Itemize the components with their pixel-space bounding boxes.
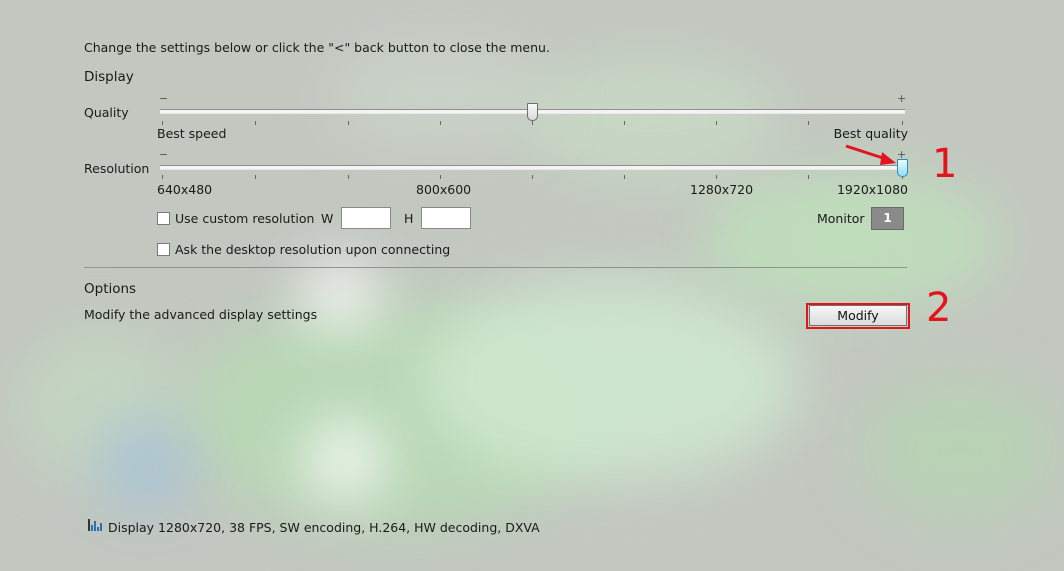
quality-plus-icon: + <box>897 92 907 105</box>
custom-resolution-checkbox[interactable] <box>157 212 170 225</box>
custom-resolution-label[interactable]: Use custom resolution <box>175 211 314 226</box>
quality-left-caption: Best speed <box>157 126 227 141</box>
resolution-tick-label: 640x480 <box>157 182 213 197</box>
intro-text: Change the settings below or click the "… <box>84 40 550 55</box>
resolution-minus-icon: − <box>159 148 169 161</box>
resolution-tick-label: 1920x1080 <box>836 182 908 197</box>
quality-right-caption: Best quality <box>833 126 908 141</box>
width-label: W <box>321 211 334 226</box>
callout-arrow-icon <box>845 144 896 165</box>
bar-chart-icon <box>88 519 102 531</box>
quality-minus-icon: − <box>159 92 169 105</box>
monitor-select-button[interactable]: 1 <box>871 207 904 230</box>
resolution-label: Resolution <box>84 161 150 176</box>
monitor-label: Monitor <box>817 211 865 226</box>
display-heading: Display <box>84 69 134 85</box>
height-input[interactable] <box>421 207 471 229</box>
quality-slider-thumb[interactable] <box>527 103 538 121</box>
callout-number-1: 1 <box>932 141 958 187</box>
blurred-background <box>0 0 1064 571</box>
section-divider <box>84 267 907 268</box>
height-label: H <box>404 211 414 226</box>
width-input[interactable] <box>341 207 391 229</box>
ask-desktop-resolution-label[interactable]: Ask the desktop resolution upon connecti… <box>175 242 450 257</box>
options-description: Modify the advanced display settings <box>84 307 318 322</box>
resolution-tick-label: 800x600 <box>416 182 472 197</box>
quality-label: Quality <box>84 105 129 120</box>
options-heading: Options <box>84 281 137 297</box>
resolution-tick-label: 1280x720 <box>690 182 754 197</box>
modify-button[interactable]: Modify <box>809 305 907 326</box>
ask-desktop-resolution-checkbox[interactable] <box>157 243 170 256</box>
resolution-slider-track[interactable] <box>160 165 905 170</box>
callout-number-2: 2 <box>926 285 952 331</box>
status-text: Display 1280x720, 38 FPS, SW encoding, H… <box>108 520 540 535</box>
